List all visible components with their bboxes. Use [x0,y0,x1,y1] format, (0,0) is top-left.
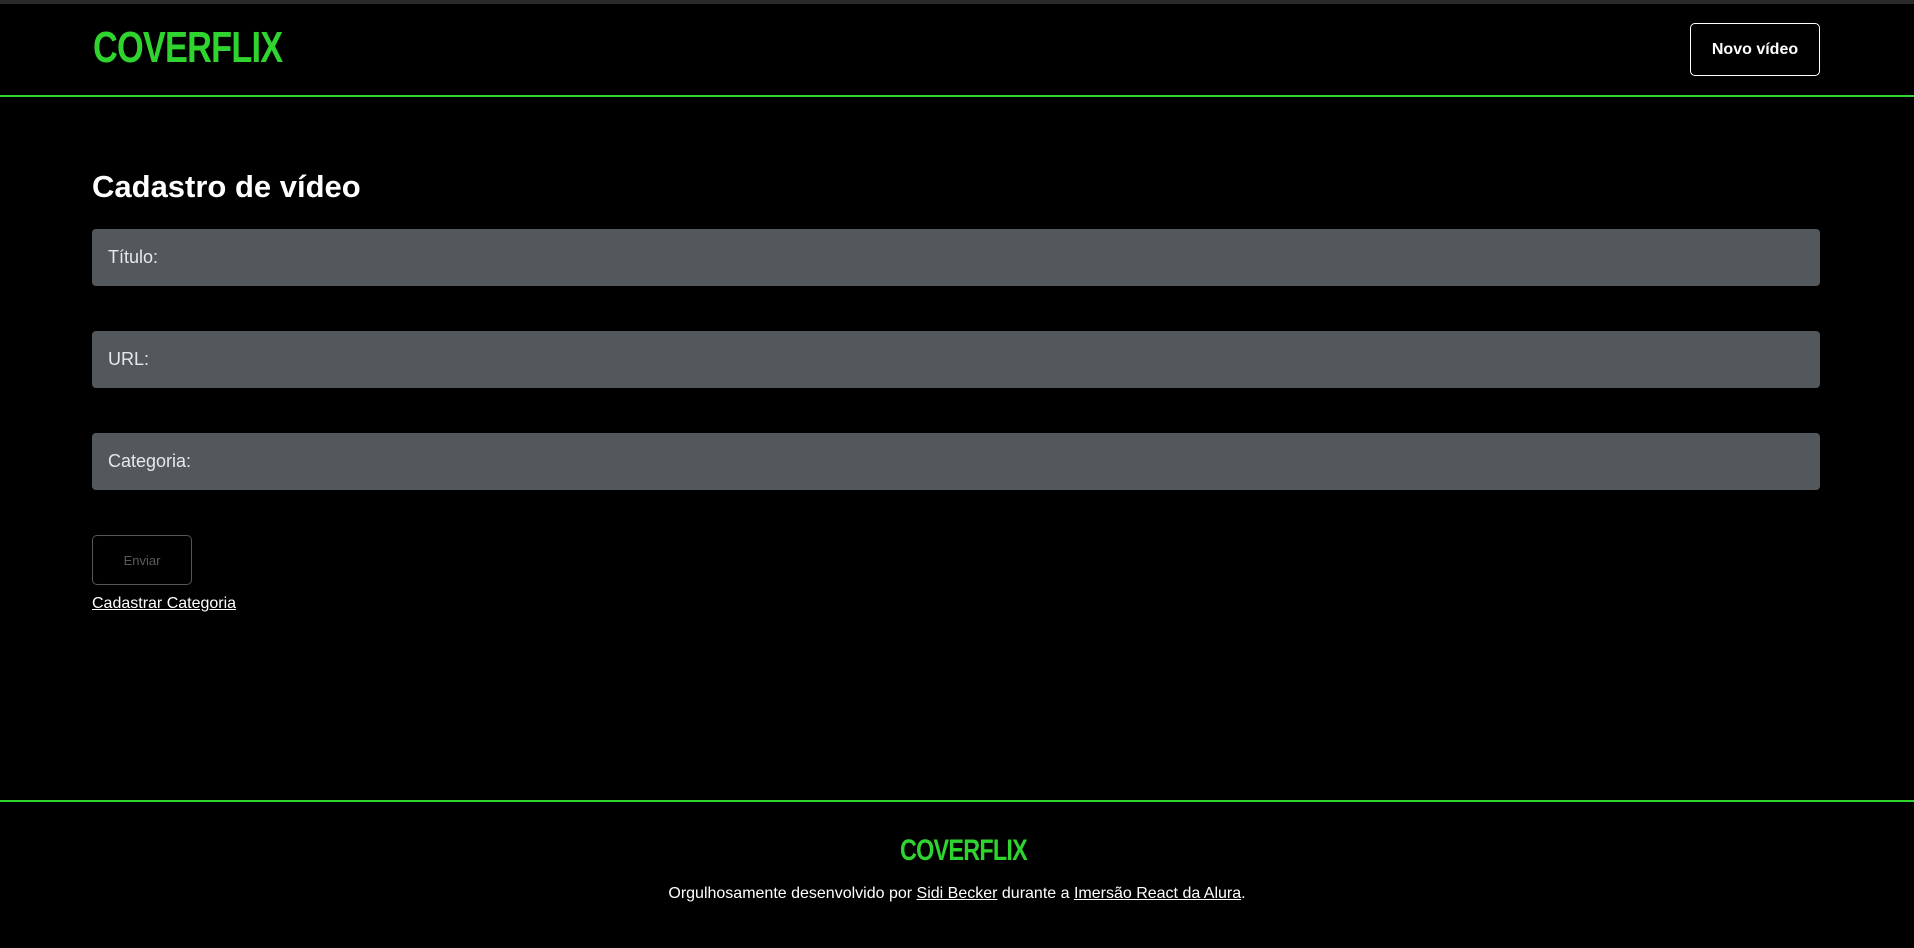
url-field[interactable]: URL: [92,331,1820,388]
author-link[interactable]: Sidi Becker [917,885,998,902]
event-link[interactable]: Imersão React da Alura [1074,885,1241,902]
footer-text-after: . [1241,885,1246,902]
page-title: Cadastro de vídeo [92,169,361,204]
title-field[interactable]: Título: [92,229,1820,286]
new-video-button[interactable]: Novo vídeo [1690,23,1820,76]
site-header: COVERFLIX Novo vídeo [0,4,1914,97]
footer-credits: Orgulhosamente desenvolvido por Sidi Bec… [0,885,1914,903]
submit-button[interactable]: Enviar [92,535,192,585]
coverflix-logo[interactable]: COVERFLIX [93,26,283,70]
footer-text-before: Orgulhosamente desenvolvido por [668,885,917,902]
url-field-label: URL: [108,349,150,369]
category-field[interactable]: Categoria: [92,433,1820,490]
title-field-label: Título: [108,247,159,267]
category-field-label: Categoria: [108,451,192,471]
site-footer: COVERFLIX Orgulhosamente desenvolvido po… [0,800,1914,948]
footer-logo: COVERFLIX [900,834,1028,867]
footer-text-middle: durante a [997,885,1074,902]
register-category-link[interactable]: Cadastrar Categoria [92,595,236,613]
